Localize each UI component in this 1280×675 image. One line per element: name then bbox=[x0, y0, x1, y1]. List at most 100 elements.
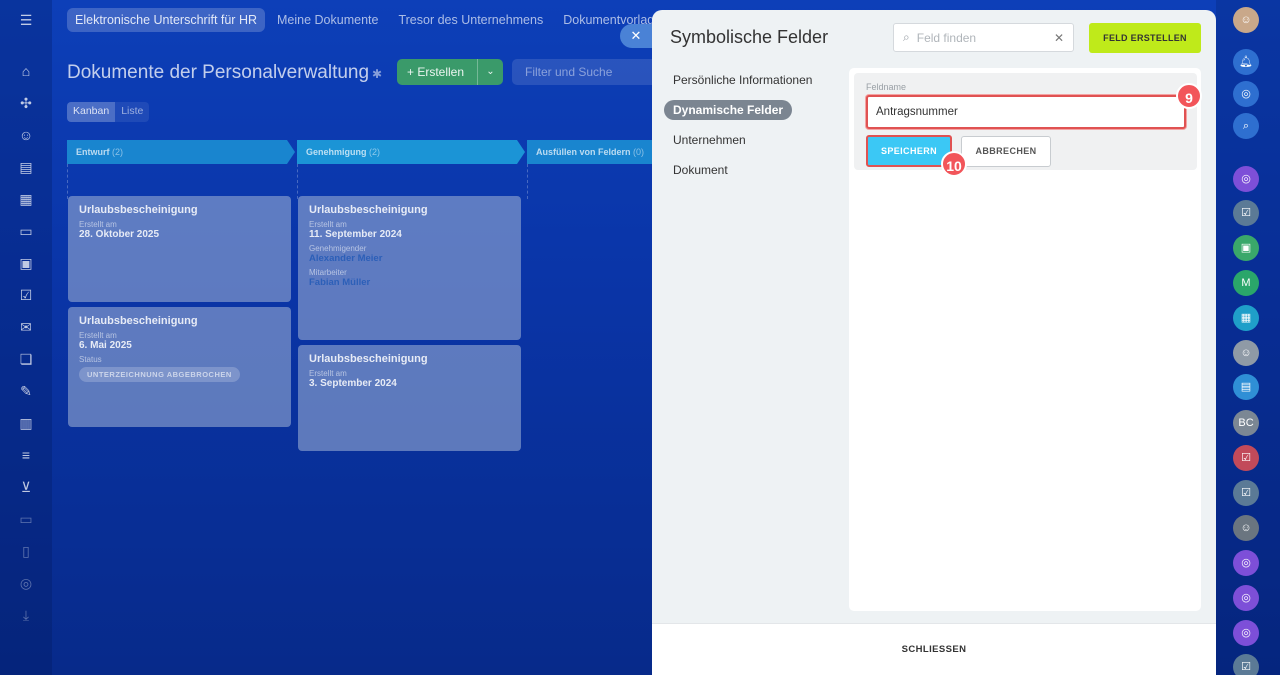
column-name: Entwurf bbox=[76, 147, 110, 157]
step-marker-10: 10 bbox=[941, 151, 967, 177]
channel-icon-4[interactable]: ◎ bbox=[1233, 620, 1259, 646]
save-button[interactable]: SPEICHERN bbox=[866, 135, 952, 167]
close-button[interactable]: SCHLIESSEN bbox=[652, 644, 1216, 655]
kanban-card[interactable]: Urlaubsbescheinigung Erstellt am 11. Sep… bbox=[298, 196, 521, 340]
filter-search-input[interactable]: Filter und Suche bbox=[512, 59, 652, 85]
field-search[interactable]: ⌕ ✕ bbox=[893, 23, 1074, 52]
pin-icon[interactable]: ✱ bbox=[372, 67, 382, 81]
file-icon[interactable]: ▯ bbox=[17, 542, 35, 560]
create-field-button[interactable]: FELD ERSTELLEN bbox=[1089, 23, 1201, 53]
kanban-column-draft[interactable]: Entwurf (2) bbox=[67, 140, 295, 164]
card-created-label: Erstellt am bbox=[79, 220, 117, 229]
menu-icon[interactable]: ☰ bbox=[17, 11, 35, 29]
menu-item-dynamic-fields[interactable]: Dynamische Felder bbox=[664, 100, 793, 120]
tasks-icon[interactable]: ☑ bbox=[17, 286, 35, 304]
nav-my-documents[interactable]: Meine Dokumente bbox=[269, 8, 386, 32]
tab-list[interactable]: Liste bbox=[115, 102, 149, 122]
globe-icon[interactable]: ◎ bbox=[17, 574, 35, 592]
card-created-date: 28. Oktober 2025 bbox=[79, 229, 160, 240]
message-icon[interactable]: ▤ bbox=[1233, 374, 1259, 400]
field-name-input-wrapper bbox=[866, 95, 1186, 129]
task-icon-3[interactable]: ☑ bbox=[1233, 480, 1259, 506]
document-icon[interactable]: ▤ bbox=[17, 158, 35, 176]
card-approver-label: Genehmigender bbox=[309, 244, 367, 253]
notifications-icon[interactable]: 🔔︎ bbox=[1233, 49, 1259, 75]
cart-icon[interactable]: ⊻ bbox=[17, 478, 35, 496]
menu-item-personal-info[interactable]: Persönliche Informationen bbox=[664, 70, 821, 90]
step-marker-9: 9 bbox=[1176, 83, 1202, 109]
menu-item-document[interactable]: Dokument bbox=[664, 160, 737, 180]
card-created-label: Erstellt am bbox=[79, 331, 117, 340]
kanban-column-fill-fields[interactable]: Ausfüllen von Feldern (0) bbox=[527, 140, 667, 164]
column-count: (2) bbox=[112, 147, 124, 157]
field-form: Feldname SPEICHERN ABBRECHEN bbox=[854, 73, 1197, 170]
search-icon: ⌕ bbox=[903, 30, 910, 44]
nav-hr-signature[interactable]: Elektronische Unterschrift für HR bbox=[67, 8, 266, 32]
column-name: Genehmigung bbox=[306, 147, 367, 157]
card-title: Urlaubsbescheinigung bbox=[309, 353, 428, 365]
field-search-input[interactable] bbox=[916, 30, 1047, 45]
sign-icon[interactable]: ✎ bbox=[17, 382, 35, 400]
avatar-m[interactable]: M bbox=[1233, 270, 1259, 296]
copilot-icon[interactable]: ◎ bbox=[1233, 81, 1259, 107]
puzzle-icon[interactable]: ✣ bbox=[17, 94, 35, 112]
column-divider bbox=[297, 164, 298, 199]
field-name-input[interactable] bbox=[868, 97, 1184, 127]
home-icon[interactable]: ⌂ bbox=[17, 62, 35, 80]
store-icon[interactable]: ▥ bbox=[17, 414, 35, 432]
channel-icon-2[interactable]: ◎ bbox=[1233, 550, 1259, 576]
search-chat-icon[interactable]: ⌕ bbox=[1233, 113, 1259, 139]
task-icon[interactable]: ☑ bbox=[1233, 200, 1259, 226]
kanban-card[interactable]: Urlaubsbescheinigung Erstellt am 28. Okt… bbox=[68, 196, 291, 302]
close-panel-icon[interactable]: ✕ bbox=[620, 24, 652, 48]
kanban-column-approval[interactable]: Genehmigung (2) bbox=[297, 140, 525, 164]
cancel-button[interactable]: ABBRECHEN bbox=[961, 136, 1051, 167]
panel-footer: SCHLIESSEN bbox=[652, 623, 1216, 675]
user-avatar-3[interactable]: ☺ bbox=[1233, 515, 1259, 541]
calendar-chat-icon[interactable]: ▦ bbox=[1233, 305, 1259, 331]
chat-icon[interactable]: ❏ bbox=[17, 350, 35, 368]
column-count: (2) bbox=[369, 147, 381, 157]
calendar-icon[interactable]: ▦ bbox=[17, 190, 35, 208]
column-name: Ausfüllen von Feldern bbox=[536, 147, 631, 157]
cards-icon[interactable]: ▭ bbox=[17, 510, 35, 528]
avatar-bc[interactable]: BC bbox=[1233, 410, 1259, 436]
download-icon[interactable]: ⤓ bbox=[17, 606, 35, 624]
task-icon-2[interactable]: ☑ bbox=[1233, 445, 1259, 471]
top-navigation: Elektronische Unterschrift für HR Meine … bbox=[52, 0, 668, 40]
channel-icon-3[interactable]: ◎ bbox=[1233, 585, 1259, 611]
card-title: Urlaubsbescheinigung bbox=[79, 315, 198, 327]
card-employee-link[interactable]: Fabian Müller bbox=[309, 277, 510, 288]
chevron-down-icon[interactable]: ⌄ bbox=[477, 59, 503, 85]
right-sidebar: ☺ 🔔︎ ◎ ⌕ ◎ ☑ ▣ M ▦ ☺ ▤ BC ☑ ☑ ☺ ◎ ◎ ◎ ☑ bbox=[1216, 0, 1280, 675]
card-created-label: Erstellt am bbox=[309, 220, 347, 229]
panel-title: Symbolische Felder bbox=[670, 27, 829, 47]
nav-company-vault[interactable]: Tresor des Unternehmens bbox=[390, 8, 551, 32]
filter-icon[interactable]: ≡ bbox=[17, 446, 35, 464]
menu-item-company[interactable]: Unternehmen bbox=[664, 130, 755, 150]
field-name-label: Feldname bbox=[866, 82, 907, 92]
panel-content: Feldname SPEICHERN ABBRECHEN bbox=[849, 68, 1201, 611]
contact-card-icon[interactable]: ▣ bbox=[1233, 235, 1259, 261]
presentation-icon[interactable]: ▣ bbox=[17, 254, 35, 272]
column-count: (0) bbox=[633, 147, 645, 157]
mail-icon[interactable]: ✉ bbox=[17, 318, 35, 336]
card-employee-label: Mitarbeiter bbox=[309, 268, 347, 277]
drive-icon[interactable]: ▭ bbox=[17, 222, 35, 240]
create-button[interactable]: + Erstellen ⌄ bbox=[397, 59, 503, 85]
left-sidebar: ☰ ⌂ ✣ ☺ ▤ ▦ ▭ ▣ ☑ ✉ ❏ ✎ ▥ ≡ ⊻ ▭ ▯ ◎ ⤓ bbox=[0, 0, 52, 675]
user-avatar[interactable]: ☺ bbox=[1233, 7, 1259, 33]
clear-icon[interactable]: ✕ bbox=[1054, 31, 1064, 45]
tab-kanban[interactable]: Kanban bbox=[67, 102, 116, 122]
page-title: Dokumente der Personalverwaltung bbox=[67, 62, 370, 83]
status-badge: UNTERZEICHNUNG ABGEBROCHEN bbox=[79, 367, 240, 382]
card-title: Urlaubsbescheinigung bbox=[309, 204, 428, 216]
kanban-card[interactable]: Urlaubsbescheinigung Erstellt am 6. Mai … bbox=[68, 307, 291, 427]
users-icon[interactable]: ☺ bbox=[17, 126, 35, 144]
card-approver-link[interactable]: Alexander Meier bbox=[309, 253, 510, 264]
kanban-card[interactable]: Urlaubsbescheinigung Erstellt am 3. Sept… bbox=[298, 345, 521, 451]
card-created-date: 6. Mai 2025 bbox=[79, 340, 132, 351]
user-avatar-2[interactable]: ☺ bbox=[1233, 340, 1259, 366]
channel-icon[interactable]: ◎ bbox=[1233, 166, 1259, 192]
task-icon-4[interactable]: ☑ bbox=[1233, 654, 1259, 675]
